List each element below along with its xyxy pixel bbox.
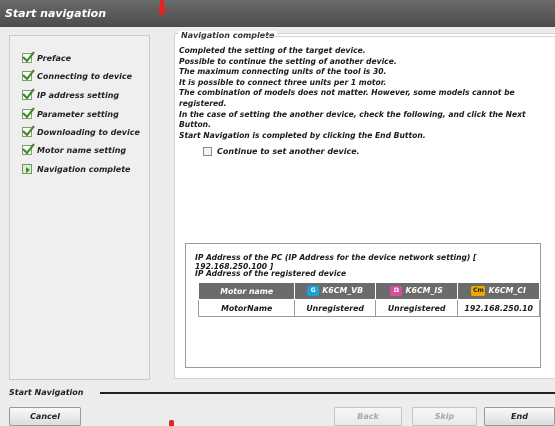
sidebar-item-label: Navigation complete xyxy=(37,164,131,174)
sidebar-item-connecting: Connecting to device xyxy=(22,69,133,81)
skip-button[interactable]: Skip xyxy=(412,407,477,426)
description: Completed the setting of the target devi… xyxy=(179,46,555,141)
checkmark-icon xyxy=(22,143,35,155)
is-icon: Ω xyxy=(390,286,403,296)
back-button[interactable]: Back xyxy=(334,407,402,426)
description-line: In the case of setting the another devic… xyxy=(179,109,526,130)
checkmark-icon xyxy=(22,69,35,81)
table-header: Motor name xyxy=(197,282,296,300)
vb-icon: G xyxy=(307,286,320,296)
table-cell: Unregistered xyxy=(294,299,376,317)
footer-divider xyxy=(100,392,555,394)
current-step-icon xyxy=(22,164,32,174)
device-table: Motor name G K6CM_VB Ω K6CM_IS Cm K6CM_CI M… xyxy=(197,282,540,317)
table-cell: MotorName xyxy=(197,299,296,317)
main-panel: Navigation complete Completed the settin… xyxy=(174,31,555,379)
sidebar-item-label: IP address setting xyxy=(37,90,120,100)
ip-info-box: IP Address of the PC (IP Address for the… xyxy=(185,243,541,368)
sidebar-item-ip-address: IP address setting xyxy=(22,88,120,100)
sidebar-item-label: Downloading to device xyxy=(37,127,140,137)
sidebar-item-label: Connecting to device xyxy=(37,71,133,81)
sidebar-item-navigation-complete: Navigation complete xyxy=(22,164,130,174)
window-titlebar: Start navigation xyxy=(0,0,555,27)
ci-icon: Cm xyxy=(471,286,486,296)
description-line: Possible to continue the setting of anot… xyxy=(179,56,397,66)
footer-section-label: Start Navigation xyxy=(9,388,84,397)
annotation-arrow-icon xyxy=(157,0,167,18)
description-line: It is possible to connect three units pe… xyxy=(179,77,387,87)
checkmark-icon xyxy=(22,51,35,63)
sidebar-item-label: Motor name setting xyxy=(37,145,127,155)
sidebar-item-preface: Preface xyxy=(22,51,72,63)
sidebar-item-downloading: Downloading to device xyxy=(22,125,140,137)
end-button[interactable]: End xyxy=(484,407,555,426)
cancel-button[interactable]: Cancel xyxy=(9,407,81,426)
group-divider xyxy=(261,36,555,37)
sidebar-item-parameter: Parameter setting xyxy=(22,107,119,119)
table-cell: Unregistered xyxy=(374,299,459,317)
sidebar-item-label: Parameter setting xyxy=(37,109,119,119)
steps-sidebar: Preface Connecting to device IP address … xyxy=(9,35,150,380)
continue-label: Continue to set another device. xyxy=(217,147,360,156)
table-header: G K6CM_VB xyxy=(294,282,376,300)
table-row: MotorName Unregistered Unregistered 192.… xyxy=(197,299,540,317)
checkmark-icon xyxy=(22,88,35,100)
table-header: Ω K6CM_IS xyxy=(374,282,459,300)
description-line: The combination of models does not matte… xyxy=(179,88,515,108)
description-line: Start Navigation is completed by clickin… xyxy=(179,130,426,140)
description-line: The maximum connecting units of the tool… xyxy=(179,67,387,77)
continue-checkbox-row[interactable]: Continue to set another device. xyxy=(203,147,360,156)
registered-ip-label: IP Address of the registered device xyxy=(195,269,347,278)
table-header: Cm K6CM_CI xyxy=(457,282,540,300)
annotation-marker-icon xyxy=(169,420,174,426)
sidebar-item-label: Preface xyxy=(37,53,72,63)
window-title: Start navigation xyxy=(5,7,107,20)
sidebar-item-motor-name: Motor name setting xyxy=(22,143,127,155)
checkmark-icon xyxy=(22,107,35,119)
continue-checkbox[interactable] xyxy=(203,147,212,156)
checkmark-icon xyxy=(22,125,35,137)
description-line: Completed the setting of the target devi… xyxy=(179,46,366,55)
table-cell: 192.168.250.10 xyxy=(457,299,540,317)
